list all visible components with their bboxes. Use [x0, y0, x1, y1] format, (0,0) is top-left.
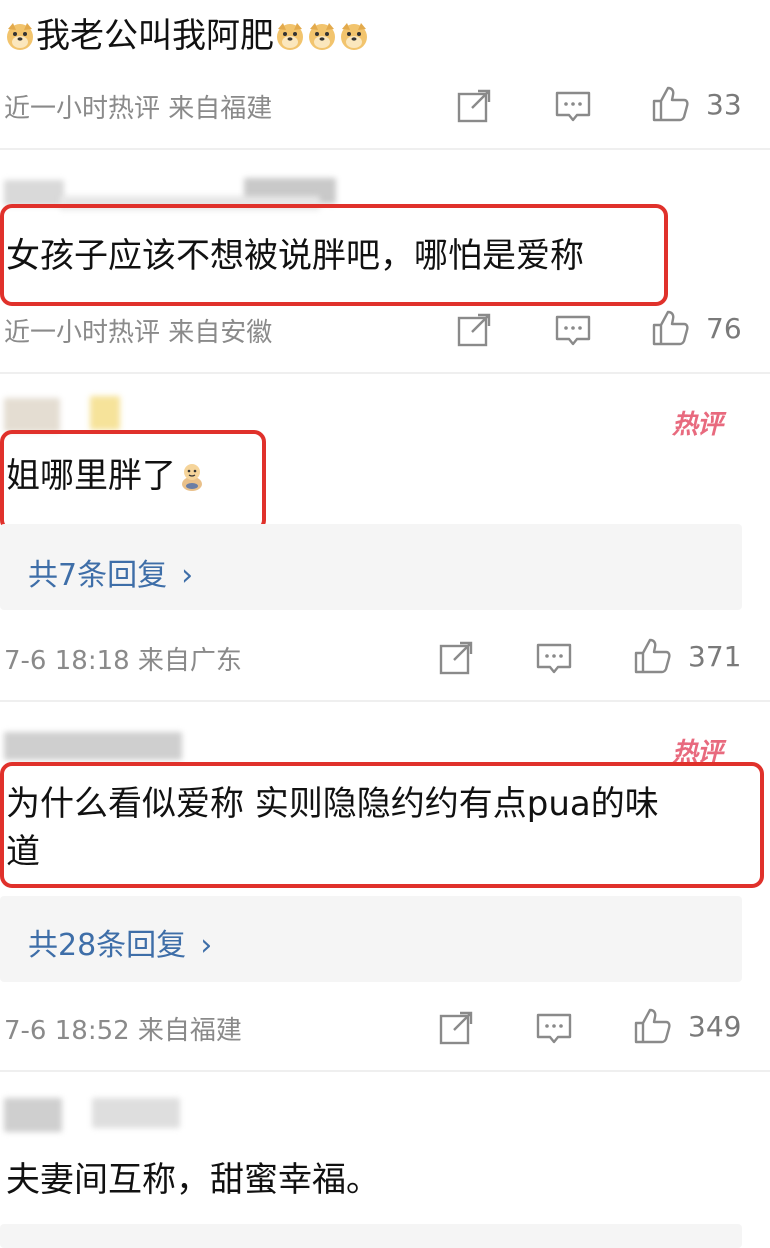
comment-1: 我老公叫我阿肥	[4, 14, 370, 58]
doge-emoji-icon	[274, 20, 306, 52]
replies-label: 共28条回复	[28, 928, 187, 963]
chevron-right-icon: ›	[200, 928, 213, 963]
comment-meta: 近一小时热评 来自福建	[4, 94, 273, 124]
comment-meta: 7-6 18:52 来自福建	[4, 1016, 242, 1046]
blurred-avatar	[92, 1098, 180, 1128]
blurred-username	[4, 180, 64, 206]
share-icon[interactable]	[436, 638, 476, 678]
like-count: 371	[688, 640, 742, 673]
doge-emoji-icon	[4, 20, 36, 52]
view-replies-link[interactable]: 共28条回复 ›	[28, 920, 212, 964]
thumbs-up-icon[interactable]	[650, 308, 690, 348]
divider	[0, 372, 770, 374]
like-count: 349	[688, 1010, 742, 1043]
highlight-box	[0, 762, 764, 888]
divider	[0, 700, 770, 702]
comment-icon[interactable]	[534, 1008, 574, 1048]
comment-meta: 近一小时热评 来自安徽	[4, 318, 273, 348]
doge-emoji-icon	[338, 20, 370, 52]
comment-text: 我老公叫我阿肥	[36, 16, 274, 56]
doge-emoji-icon	[306, 20, 338, 52]
comment-icon[interactable]	[553, 310, 593, 350]
thumbs-up-icon[interactable]	[650, 84, 690, 124]
blurred-username	[4, 732, 182, 760]
comment-text: 夫妻间互称，甜蜜幸福。	[6, 1160, 380, 1200]
share-icon[interactable]	[436, 1008, 476, 1048]
replies-label: 共7条回复	[28, 558, 168, 593]
like-count: 33	[706, 88, 742, 121]
blurred-avatar	[4, 1098, 62, 1132]
highlight-box	[0, 204, 668, 306]
thumbs-up-icon[interactable]	[632, 1006, 672, 1046]
comment-icon[interactable]	[553, 86, 593, 126]
like-count: 76	[706, 312, 742, 345]
view-replies-link[interactable]: 共7条回复 ›	[28, 550, 193, 594]
highlight-box	[0, 430, 266, 532]
hot-comment-badge: 热评	[672, 410, 723, 440]
replies-panel	[0, 1224, 742, 1248]
comment-icon[interactable]	[534, 638, 574, 678]
chevron-right-icon: ›	[181, 558, 194, 593]
blurred-avatar	[4, 398, 60, 432]
thumbs-up-icon[interactable]	[632, 636, 672, 676]
comment-meta: 7-6 18:18 来自广东	[4, 646, 242, 676]
divider	[0, 148, 770, 150]
share-icon[interactable]	[454, 310, 494, 350]
share-icon[interactable]	[454, 86, 494, 126]
blurred-avatar	[90, 396, 120, 430]
divider	[0, 1070, 770, 1072]
